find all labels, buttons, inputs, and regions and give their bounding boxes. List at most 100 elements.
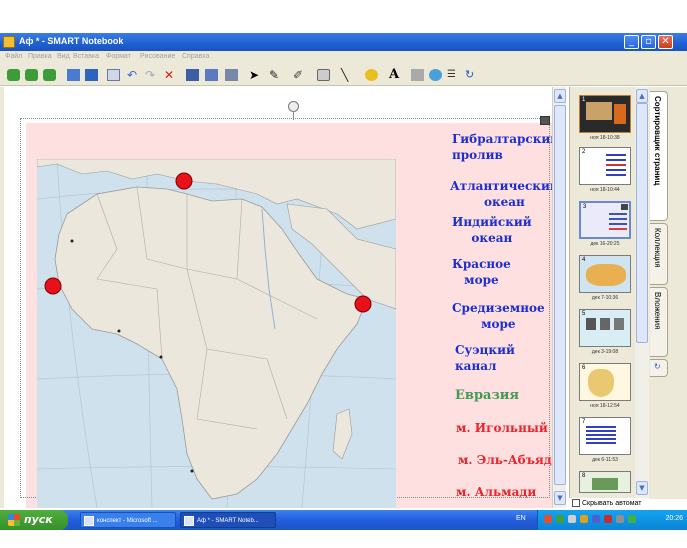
tray-icon-4[interactable] [580, 515, 588, 523]
save-icon[interactable] [84, 68, 99, 82]
taskbar: пуск конспект - Microsoft ... Аф * - SMA… [0, 510, 687, 530]
task-smart-notebook[interactable]: Аф * - SMART Noteb... [180, 512, 276, 528]
volume-icon[interactable] [616, 515, 624, 523]
fill-icon[interactable] [410, 68, 425, 82]
page-thumb-4-number: 4 [582, 257, 586, 263]
tab-gallery[interactable]: Коллекция [650, 223, 668, 285]
sorter-scroll-down[interactable]: ▼ [636, 481, 648, 495]
toolbar-more-icon[interactable]: ☰ [446, 68, 461, 82]
system-tray: 20:26 [537, 510, 687, 530]
label-cape-almadi[interactable]: м. Альмади [456, 484, 536, 500]
task-word[interactable]: конспект - Microsoft ... [80, 512, 176, 528]
label-cape-agulhas[interactable]: м. Игольный [456, 420, 548, 436]
title-bar: Аф * - SMART Notebook _ ▫ ✕ [0, 33, 687, 51]
creative-pen-icon[interactable]: ✐ [292, 68, 307, 82]
window-title: Аф * - SMART Notebook [19, 36, 124, 46]
tray-icon-1[interactable] [544, 515, 552, 523]
page-thumb-7-number: 7 [582, 419, 586, 425]
tray-icon-7[interactable] [628, 515, 636, 523]
pen-tool-icon[interactable]: ✎ [268, 68, 283, 82]
thumb-decor [586, 426, 616, 428]
page-thumb-1-image: 1 [579, 95, 631, 133]
page-thumb-6-number: 6 [582, 365, 586, 371]
menu-help[interactable]: Справка [182, 53, 209, 60]
sorter-scrollbar[interactable]: ▲ ▼ [635, 87, 649, 498]
page-thumb-7[interactable]: 7 дек 6-11:53 [579, 417, 631, 463]
eraser-icon[interactable] [316, 68, 331, 82]
tray-icon-3[interactable] [568, 515, 576, 523]
autohide-label: Скрывать автомат [582, 499, 642, 507]
properties-icon[interactable] [428, 68, 443, 82]
language-indicator[interactable]: EN [516, 515, 526, 522]
tray-icon-2[interactable] [556, 515, 564, 523]
page-thumb-4-caption: дек 7-10:36 [591, 295, 619, 301]
full-screen-icon[interactable] [204, 68, 219, 82]
thumb-decor [606, 154, 626, 156]
autohide-checkbox[interactable]: Скрывать автомат [572, 499, 686, 510]
page-thumb-3[interactable]: 3 дек 16-20:25 [579, 201, 631, 247]
menu-view[interactable]: Вид [57, 53, 70, 60]
thumb-menu-button[interactable] [621, 204, 628, 210]
label-eurasia[interactable]: Евразия [455, 388, 519, 404]
page-thumb-1[interactable]: 1 ноя 18-10:38 [579, 95, 631, 141]
start-button[interactable]: пуск [0, 510, 68, 530]
tray-icon-6[interactable] [604, 515, 612, 523]
close-button[interactable]: ✕ [658, 35, 673, 49]
menu-insert[interactable]: Вставка [73, 53, 99, 60]
page-thumb-8[interactable]: 8 [579, 471, 631, 493]
menu-draw[interactable]: Рисование [140, 53, 175, 60]
label-gibraltar[interactable]: Гибралтарский пролив [452, 131, 559, 163]
menu-edit[interactable]: Правка [28, 53, 52, 60]
add-page-button[interactable] [42, 68, 57, 82]
menu-file[interactable]: Файл [5, 53, 22, 60]
redo-icon[interactable]: ↷ [144, 68, 159, 82]
label-mediterranean[interactable]: Средиземное море [452, 300, 545, 332]
label-cape-el-abyad[interactable]: м. Эль-Абъяд [458, 452, 552, 468]
canvas-scrollbar[interactable]: ▲ ▼ [552, 87, 566, 508]
africa-map[interactable] [37, 159, 396, 508]
scroll-up-button[interactable]: ▲ [554, 89, 566, 103]
move-toolbar-icon[interactable]: ↻ [464, 68, 479, 82]
label-gibraltar-line1: Гибралтарский [452, 132, 560, 146]
label-suez[interactable]: Суэцкий канал [455, 342, 515, 374]
label-indian[interactable]: Индийский океан [452, 214, 532, 246]
scroll-thumb[interactable] [554, 105, 566, 485]
tab-move-icon[interactable]: ↻ [650, 359, 668, 377]
tab-attachments[interactable]: Вложения [650, 287, 668, 357]
shape-tool-icon[interactable] [364, 68, 379, 82]
page-thumb-4[interactable]: 4 дек 7-10:36 [579, 255, 631, 301]
text-tool-icon[interactable]: A [388, 68, 403, 82]
menu-format[interactable]: Формат [106, 53, 131, 60]
tray-icon-5[interactable] [592, 515, 600, 523]
undo-icon[interactable]: ↶ [126, 68, 141, 82]
rotate-handle-stem [293, 111, 294, 120]
label-atlantic[interactable]: Атлантический океан [450, 178, 559, 210]
autohide-checkbox-box[interactable] [572, 499, 580, 507]
maximize-button[interactable]: ▫ [641, 35, 656, 49]
sorter-scroll-thumb[interactable] [636, 103, 648, 343]
marker-almadi [44, 277, 62, 295]
thumb-decor [609, 213, 627, 215]
paste-icon[interactable] [106, 68, 121, 82]
page-thumb-2[interactable]: 2 ноя 18-10:44 [579, 147, 631, 193]
capture-icon[interactable] [224, 68, 239, 82]
screen-shade-icon[interactable] [185, 68, 200, 82]
prev-page-button[interactable] [6, 68, 21, 82]
line-tool-icon[interactable]: ╲ [340, 68, 355, 82]
page-thumb-8-image: 8 [579, 471, 631, 493]
scroll-down-button[interactable]: ▼ [554, 491, 566, 505]
page-thumb-6[interactable]: 6 ноя 18-12:54 [579, 363, 631, 409]
minimize-button[interactable]: _ [624, 35, 639, 49]
select-tool-icon[interactable]: ➤ [248, 68, 263, 82]
page-thumb-1-caption: ноя 18-10:38 [590, 135, 620, 141]
tab-page-sorter[interactable]: Сортировщик страниц [650, 91, 668, 221]
delete-icon[interactable]: ✕ [163, 68, 178, 82]
sorter-scroll-up[interactable]: ▲ [636, 89, 648, 103]
page-thumb-8-number: 8 [582, 473, 586, 479]
page-thumb-7-caption: дек 6-11:53 [592, 457, 618, 463]
open-icon[interactable] [66, 68, 81, 82]
object-menu-button[interactable] [540, 116, 550, 125]
next-page-button[interactable] [24, 68, 39, 82]
label-red-sea[interactable]: Красное море [452, 256, 511, 288]
page-thumb-5[interactable]: 5 дек 3-19:08 [579, 309, 631, 355]
